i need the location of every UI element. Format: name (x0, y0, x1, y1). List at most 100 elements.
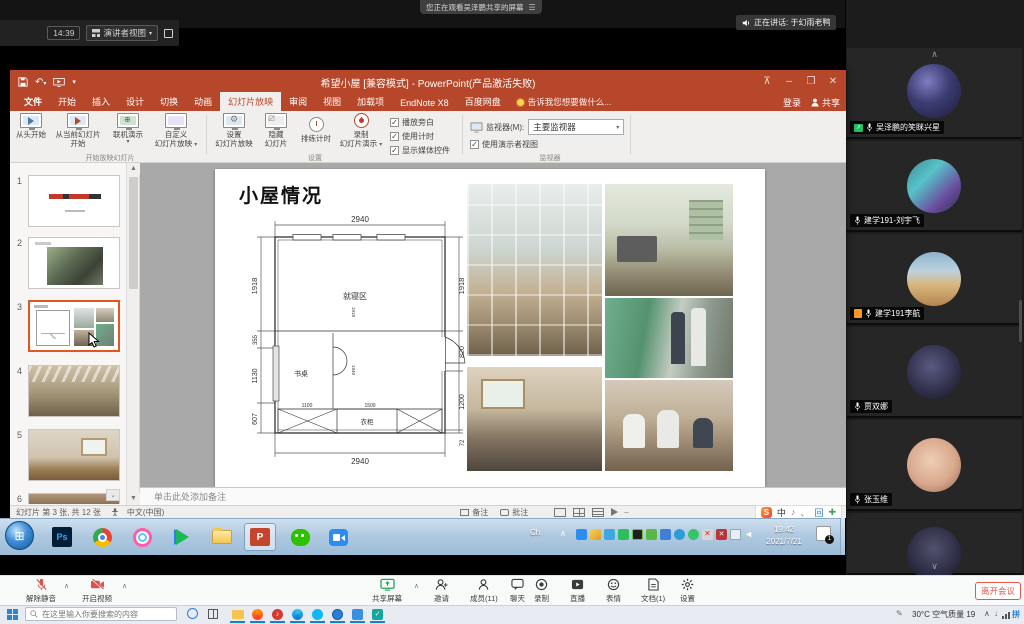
ime-lang-icon[interactable]: 中 (777, 506, 786, 519)
photoshop-icon[interactable]: Ps (46, 523, 78, 551)
participant-tile[interactable]: ∨ (847, 513, 1022, 575)
tray-monitor-icon[interactable] (730, 529, 741, 540)
watching-banner[interactable]: 您正在观看吴泽鹏共享的屏幕 ☰ (420, 0, 542, 14)
tencent-video-icon[interactable] (166, 523, 198, 551)
show-media-controls-checkbox[interactable]: ✓显示媒体控件 (390, 145, 450, 156)
tray-icon[interactable] (674, 529, 685, 540)
slide-thumbnail-5[interactable] (28, 429, 120, 481)
tab-file[interactable]: 文件 (16, 92, 50, 111)
tray-icon[interactable] (688, 529, 699, 540)
powerpoint-taskbar-icon[interactable]: P (244, 523, 276, 551)
members-button[interactable]: 成员(11) (470, 578, 498, 604)
zoom-out-icon[interactable]: – (624, 508, 628, 517)
windows-start-icon[interactable] (7, 609, 18, 620)
chrome-icon[interactable] (86, 523, 118, 551)
download-icon[interactable]: ↓ (994, 609, 998, 618)
share-options-icon[interactable]: ∧ (414, 582, 419, 590)
taskbar-search[interactable] (25, 607, 177, 621)
pink-app-icon[interactable] (126, 523, 158, 551)
folder-pinned-icon[interactable] (230, 607, 245, 621)
from-beginning-button[interactable]: 从头开始 (12, 113, 50, 139)
notes-toggle[interactable]: 备注 (460, 507, 488, 518)
weather-widget[interactable]: 30°C 空气质量 19 (912, 609, 975, 620)
undo-icon[interactable]: ↶▾ (35, 77, 46, 88)
ime-toolbox-icon[interactable]: ✚ (828, 507, 836, 518)
custom-slideshow-button[interactable]: 自定义 幻灯片放映 ▾ (150, 113, 202, 150)
search-input[interactable] (42, 610, 172, 619)
scroll-down-icon[interactable]: ▼ (127, 493, 140, 505)
browser-icon[interactable] (330, 607, 345, 621)
share-screen-button[interactable]: 共享屏幕 (372, 578, 402, 604)
ribbon-display-icon[interactable]: ⊼ (756, 70, 778, 94)
qq-icon[interactable] (310, 607, 325, 621)
tray-icon[interactable] (632, 529, 643, 540)
docs-button[interactable]: 文档(1) (641, 578, 665, 604)
emoji-button[interactable]: 表情 (606, 578, 621, 604)
ime-punct-icon[interactable]: 、 (800, 506, 809, 519)
netease-music-icon[interactable]: ♪ (270, 607, 285, 621)
tencent-meeting-icon[interactable] (322, 523, 354, 551)
sogou-ime-toolbar[interactable]: S 中 ♪ 、 回 ✚ (755, 505, 842, 519)
tray-expand-icon[interactable]: ∧ (560, 529, 566, 538)
record-slideshow-button[interactable]: 录制 幻灯片演示 ▾ (336, 113, 386, 150)
comments-toggle[interactable]: 批注 (500, 507, 528, 518)
cortana-icon[interactable] (187, 608, 198, 619)
tab-addins[interactable]: 加载项 (349, 92, 392, 111)
ime-board-icon[interactable]: 回 (814, 506, 823, 519)
sidebar-scrollbar[interactable] (1019, 300, 1022, 342)
presenter-view-checkbox[interactable]: ✓使用演示者视图 (470, 139, 538, 150)
tray-icon[interactable] (646, 529, 657, 540)
invite-button[interactable]: 邀请 (434, 578, 449, 604)
tab-animations[interactable]: 动画 (186, 92, 220, 111)
sogou-logo-icon[interactable]: S (761, 507, 772, 518)
participant-tile[interactable]: 建学191-刘宇飞 (847, 141, 1022, 232)
notes-pane[interactable]: 单击此处添加备注 (140, 487, 846, 505)
tab-design[interactable]: 设计 (118, 92, 152, 111)
collapse-down-icon[interactable]: ∨ (847, 561, 1022, 572)
notification-icon[interactable]: 1 (816, 526, 831, 541)
ime-tool-icon[interactable]: ♪ (791, 507, 796, 517)
chat-button[interactable]: 聊天 (510, 578, 525, 604)
save-icon[interactable] (18, 77, 28, 87)
monitor-select[interactable]: 主要监视器▾ (528, 119, 624, 135)
unmute-button[interactable]: 解除静音 (26, 578, 56, 604)
video-options-icon[interactable]: ∧ (122, 582, 127, 590)
edge-icon[interactable] (290, 607, 305, 621)
photo-room-printer[interactable] (605, 184, 733, 296)
participant-tile[interactable]: 贾双娜 (847, 327, 1022, 418)
wps-icon[interactable]: ✓ (370, 607, 385, 621)
slideshow-view-icon[interactable] (611, 508, 618, 516)
floorplan-drawing[interactable]: 2940 2940 1918 355 1130 607 1918 820 120… (237, 211, 467, 473)
tray-icon[interactable] (590, 529, 601, 540)
file-explorer-icon[interactable] (206, 523, 238, 551)
scrollbar-thumb[interactable] (129, 177, 138, 289)
tab-slideshow[interactable]: 幻灯片放映 (220, 92, 281, 111)
thumbnail-scrollbar[interactable]: ▲ ▼ (126, 163, 139, 505)
tray-icon[interactable]: ✕ (716, 529, 727, 540)
from-current-slide-button[interactable]: 从当前幻灯片 开始 (50, 113, 106, 149)
share-button[interactable]: 共享 (811, 96, 840, 109)
start-orb-icon[interactable]: ⊞ (5, 521, 34, 550)
photo-sunroom[interactable] (467, 184, 602, 356)
volume-icon[interactable]: ◄ (744, 529, 755, 540)
wechat-icon[interactable] (284, 523, 316, 551)
tab-transitions[interactable]: 切换 (152, 92, 186, 111)
language-indicator[interactable]: 中文(中国) (127, 507, 164, 518)
tab-insert[interactable]: 插入 (84, 92, 118, 111)
ppt-restore-button[interactable]: ❐ (800, 70, 822, 94)
task-view-icon[interactable] (208, 609, 218, 619)
record-button[interactable]: 录制 (534, 578, 549, 604)
hide-slide-button[interactable]: ⧄ 隐藏 幻灯片 (258, 113, 294, 149)
notes-collapse-icon[interactable]: ⌄ (106, 489, 120, 501)
play-narration-checkbox[interactable]: ✓播放旁白 (390, 117, 434, 128)
photo-green-cabinet-people[interactable] (605, 298, 733, 378)
tell-me-box[interactable]: 告诉我您想要做什么... (509, 93, 620, 111)
present-online-button[interactable]: ⊕ 联机演示 ▾ (106, 113, 150, 147)
ppt-close-button[interactable]: ✕ (822, 70, 844, 94)
slide-thumbnail-1[interactable] (28, 175, 120, 227)
slide-title[interactable]: 小屋情况 (239, 181, 323, 208)
use-timings-checkbox[interactable]: ✓使用计时 (390, 131, 434, 142)
tab-review[interactable]: 审阅 (281, 92, 315, 111)
start-slideshow-icon[interactable] (53, 78, 65, 87)
tray-icon[interactable] (618, 529, 629, 540)
